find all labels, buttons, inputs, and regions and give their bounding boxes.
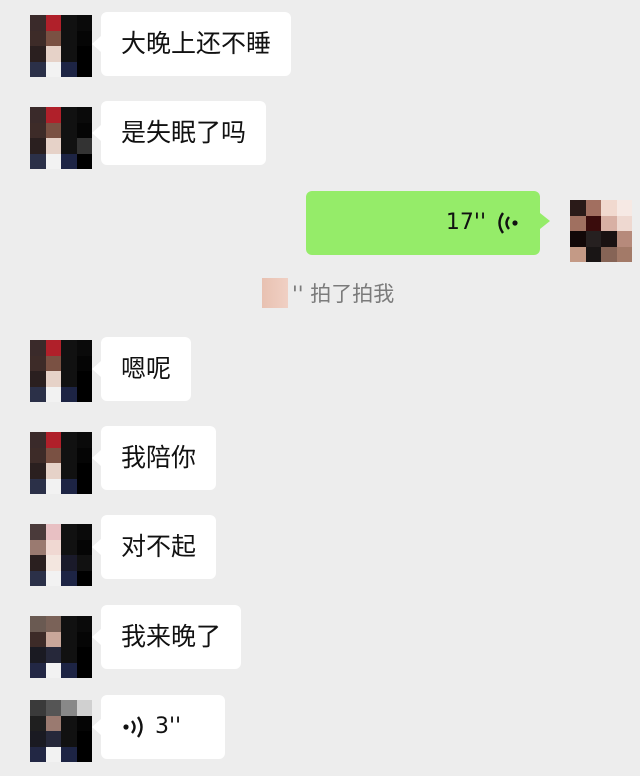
avatar[interactable] [30, 524, 92, 586]
voice-duration: 3'' [155, 714, 182, 739]
message-text: 嗯呢 [121, 354, 172, 383]
avatar[interactable] [30, 616, 92, 678]
message-bubble[interactable]: 大晚上还不睡 [91, 12, 292, 76]
message-bubble[interactable]: 我陪你 [91, 426, 217, 490]
message-text: 我陪你 [121, 443, 197, 472]
message-text: 大晚上还不睡 [121, 29, 272, 58]
pat-text: '' 拍了拍我 [292, 282, 395, 306]
message-text: 对不起 [121, 532, 197, 561]
pat-avatar [262, 278, 288, 308]
pat-notice: '' 拍了拍我 [262, 278, 394, 308]
message-bubble[interactable]: 我来晚了 [91, 605, 242, 669]
message-bubble[interactable]: 是失眠了吗 [91, 101, 267, 165]
avatar[interactable] [30, 107, 92, 169]
voice-wave-icon [121, 714, 143, 740]
avatar[interactable] [30, 15, 92, 77]
message-text: 我来晚了 [121, 622, 222, 651]
message-text: 是失眠了吗 [121, 118, 247, 147]
message-bubble[interactable]: 嗯呢 [91, 337, 192, 401]
voice-message-bubble[interactable]: 3'' [92, 695, 225, 759]
voice-duration: 17'' [445, 210, 486, 235]
avatar-self[interactable] [570, 200, 632, 262]
message-bubble[interactable]: 对不起 [91, 515, 217, 579]
voice-wave-icon [498, 210, 520, 236]
avatar[interactable] [30, 340, 92, 402]
avatar[interactable] [30, 432, 92, 494]
voice-message-bubble[interactable]: 17'' [306, 191, 550, 255]
avatar[interactable] [30, 700, 92, 762]
